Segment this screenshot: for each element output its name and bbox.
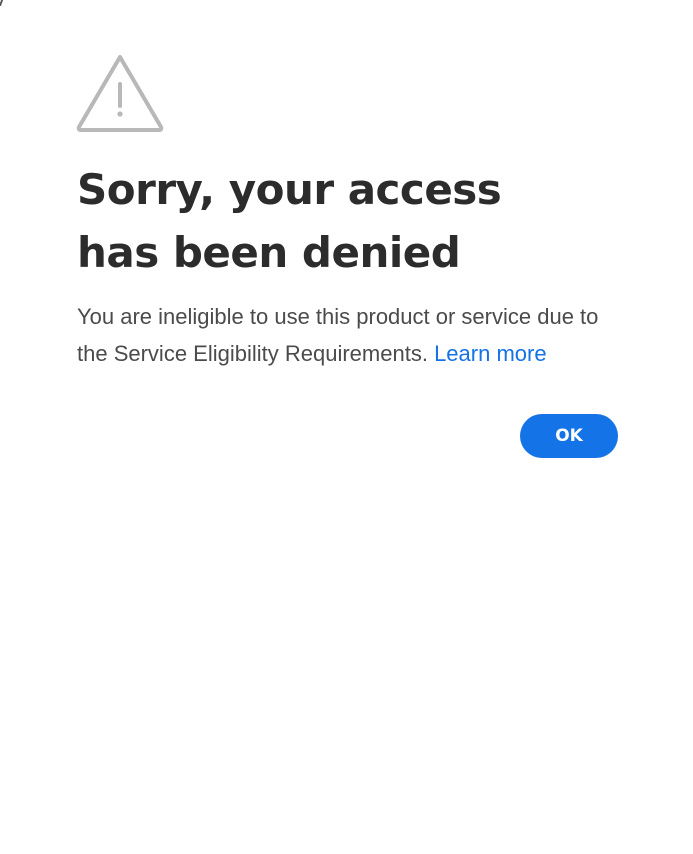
- learn-more-link[interactable]: Learn more: [434, 341, 547, 366]
- dialog-title: Sorry, your access has been denied: [77, 165, 502, 277]
- alert-triangle-icon: [76, 55, 164, 132]
- window-corner-mark: [0, 0, 7, 6]
- dialog-message: You are ineligible to use this product o…: [77, 298, 622, 372]
- access-denied-dialog: Sorry, your access has been denied You a…: [0, 0, 693, 854]
- ok-button[interactable]: OK: [520, 414, 618, 458]
